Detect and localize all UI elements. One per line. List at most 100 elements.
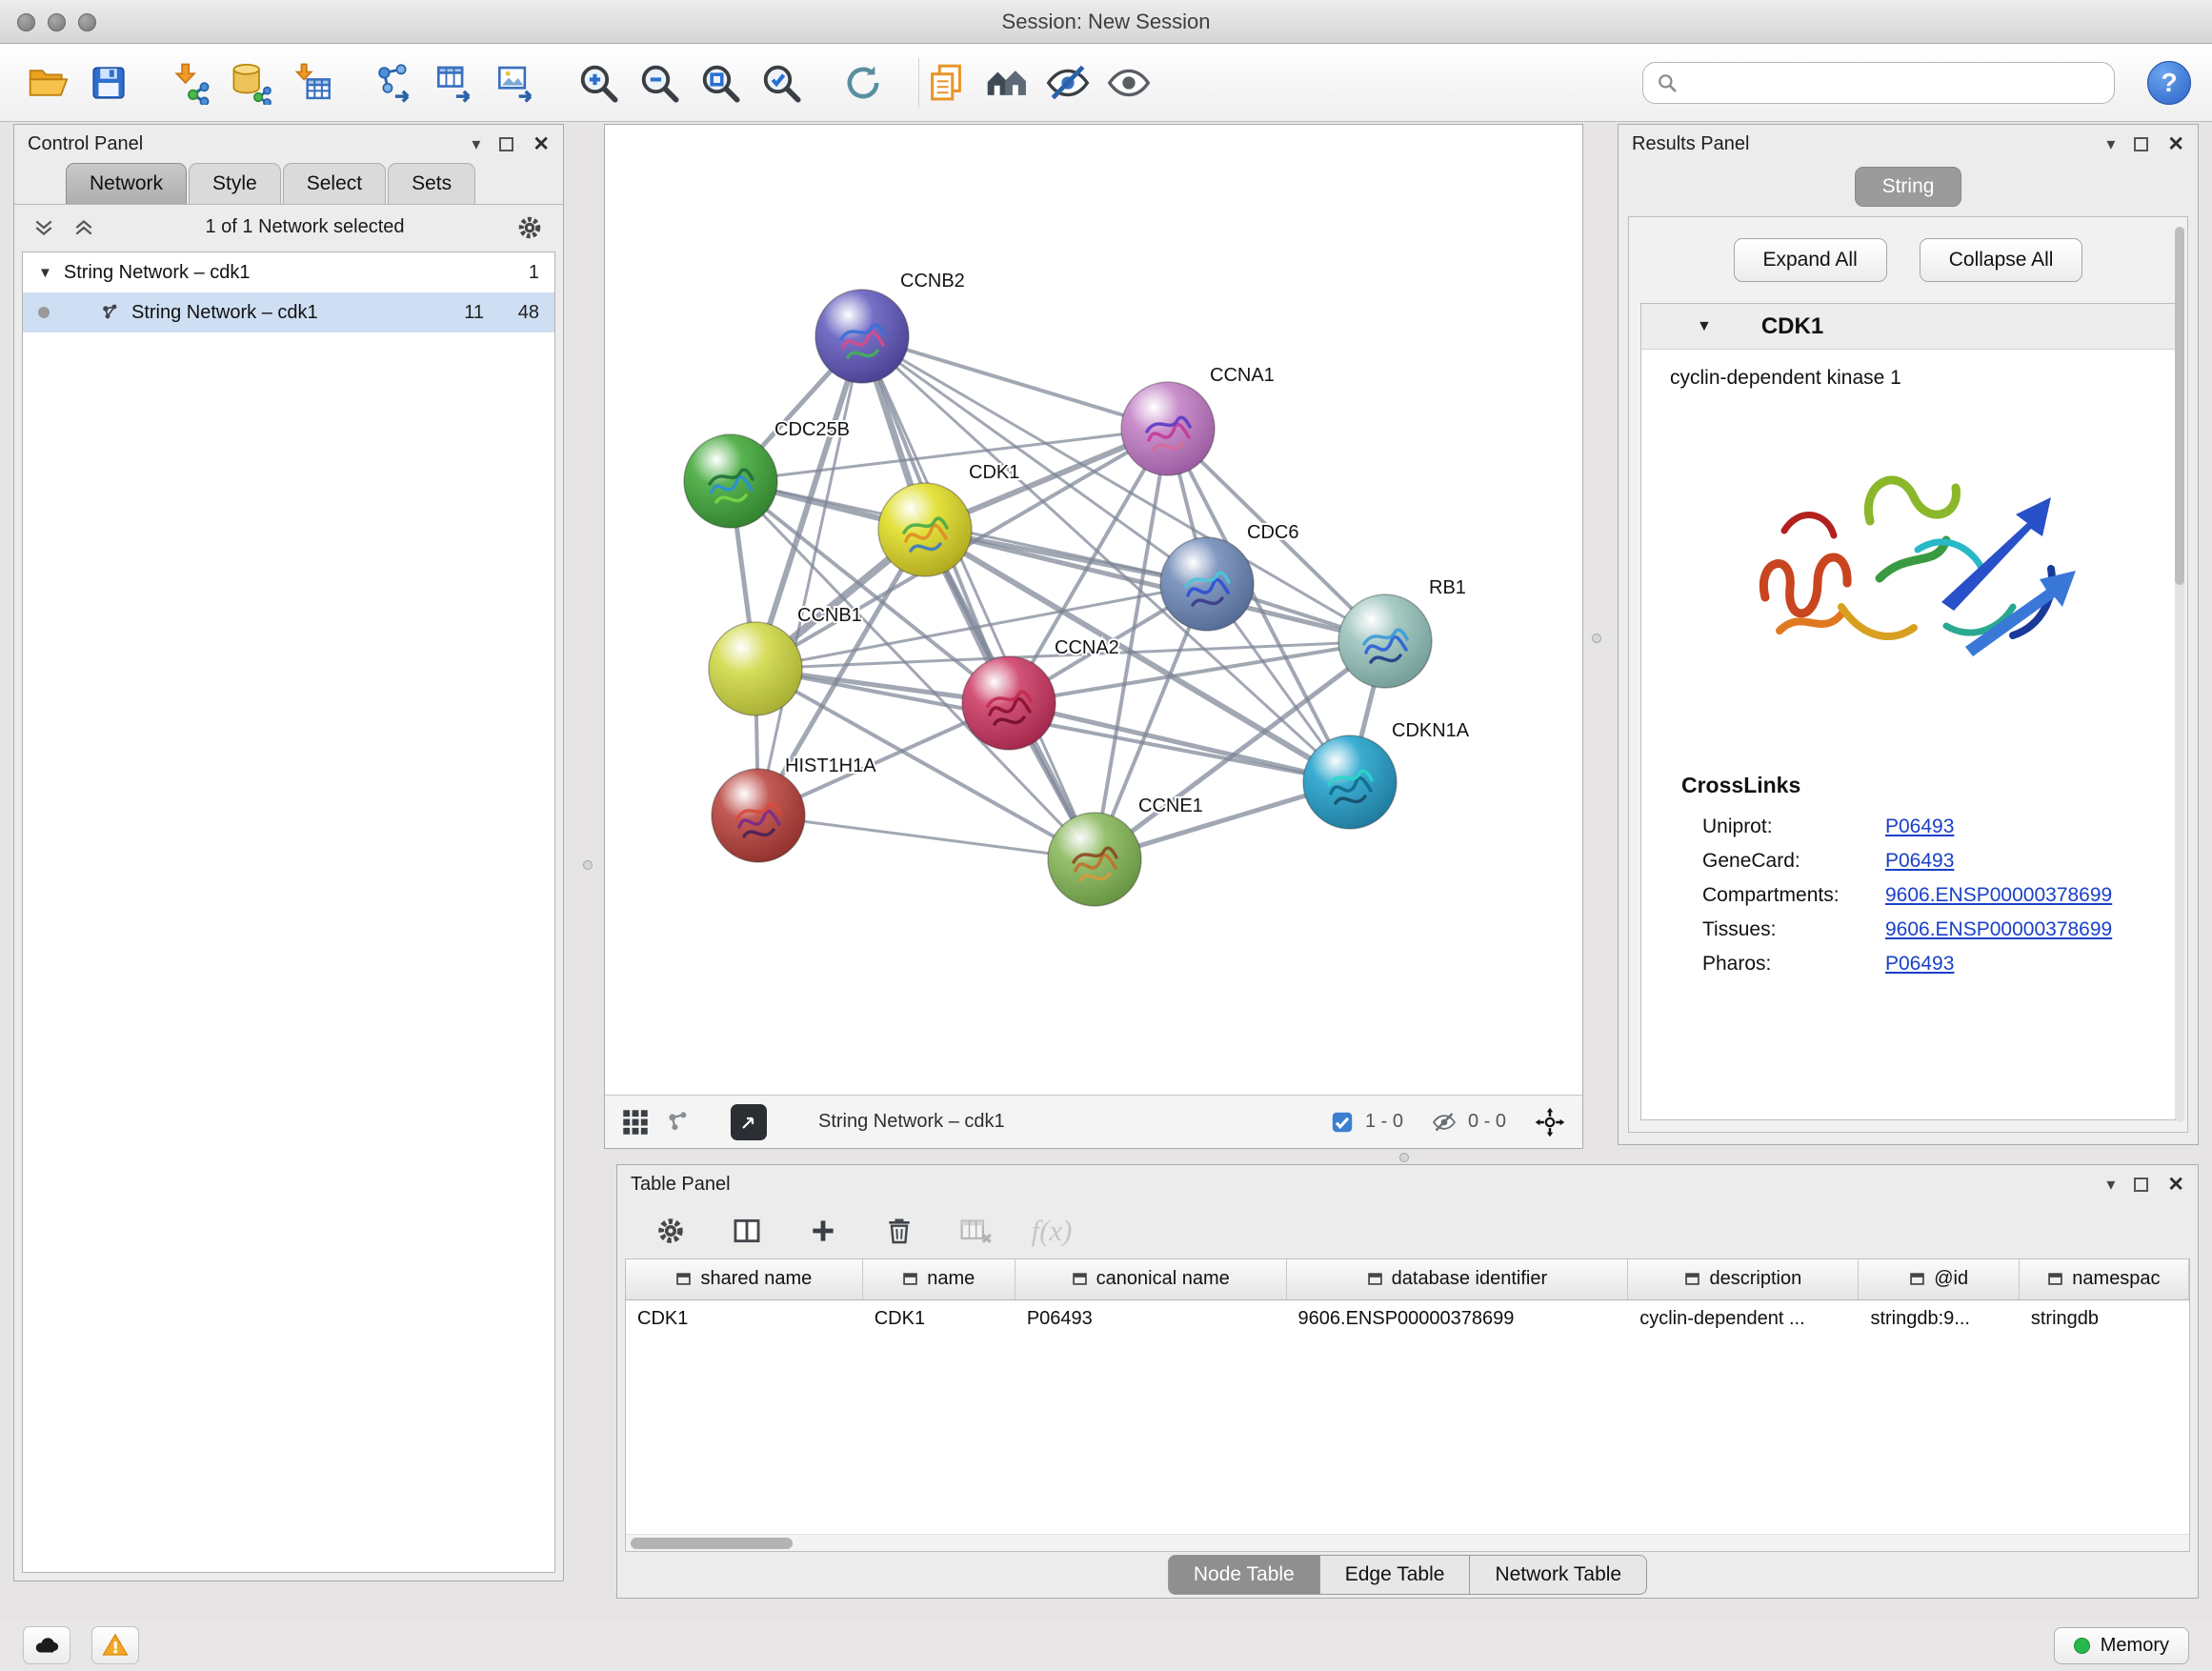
help-button[interactable]: ? bbox=[2147, 61, 2191, 105]
collapse-all-icon[interactable] bbox=[33, 217, 54, 238]
close-panel-icon[interactable]: ✕ bbox=[2167, 134, 2184, 154]
network-edge-CCNB2-CCNE1[interactable] bbox=[862, 336, 1095, 859]
zoom-fit-content-button[interactable] bbox=[694, 55, 747, 111]
export-network-button[interactable] bbox=[368, 55, 421, 111]
network-node-HIST1H1A[interactable]: HIST1H1A bbox=[712, 755, 876, 862]
network-edge-CCNA2-CDKN1A[interactable] bbox=[1009, 703, 1350, 782]
column-header-description[interactable]: description bbox=[1628, 1259, 1859, 1299]
scrollbar-thumb[interactable] bbox=[631, 1538, 793, 1549]
open-session-button[interactable] bbox=[21, 55, 74, 111]
vertical-splitter-handle[interactable] bbox=[1592, 634, 1601, 643]
tab-select[interactable]: Select bbox=[283, 163, 386, 204]
crosslink-value-link[interactable]: P06493 bbox=[1885, 850, 1954, 873]
import-table-from-file-button[interactable] bbox=[286, 55, 339, 111]
show-columns-button[interactable] bbox=[726, 1210, 768, 1252]
crosslink-value-link[interactable]: 9606.ENSP00000378699 bbox=[1885, 918, 2112, 941]
main-area: Control Panel ▾ ✕ Network Style Select S… bbox=[0, 122, 2212, 1620]
network-node-CDK1[interactable]: CDK1 bbox=[878, 462, 1019, 576]
gear-icon[interactable] bbox=[515, 213, 544, 242]
cloud-button[interactable] bbox=[23, 1626, 70, 1664]
close-panel-icon[interactable]: ✕ bbox=[533, 134, 550, 154]
export-table-button[interactable] bbox=[429, 55, 482, 111]
table-row[interactable]: CDK1CDK1P064939606.ENSP00000378699cyclin… bbox=[626, 1299, 2189, 1334]
minimize-window-button[interactable] bbox=[48, 13, 66, 31]
network-edge-CCNB2-CCNA1[interactable] bbox=[862, 336, 1168, 429]
save-session-button[interactable] bbox=[82, 55, 135, 111]
table-cell[interactable]: CDK1 bbox=[626, 1299, 862, 1334]
network-node-CCNB1[interactable]: CCNB1 bbox=[709, 605, 862, 715]
warnings-button[interactable] bbox=[91, 1626, 139, 1664]
column-header-shared-name[interactable]: shared name bbox=[626, 1259, 862, 1299]
table-settings-button[interactable] bbox=[650, 1210, 692, 1252]
tab-edge-table[interactable]: Edge Table bbox=[1319, 1555, 1471, 1595]
table-cell[interactable]: 9606.ENSP00000378699 bbox=[1286, 1299, 1628, 1334]
maximize-panel-icon[interactable] bbox=[2134, 1178, 2148, 1192]
import-network-from-file-button[interactable] bbox=[164, 55, 217, 111]
expand-all-button[interactable]: Expand All bbox=[1734, 238, 1887, 282]
column-header-canonical-name[interactable]: canonical name bbox=[1015, 1259, 1286, 1299]
detach-view-button[interactable] bbox=[731, 1104, 767, 1140]
import-network-from-database-button[interactable] bbox=[225, 55, 278, 111]
pan-crosshair-icon[interactable] bbox=[1535, 1107, 1565, 1137]
crosslink-value-link[interactable]: 9606.ENSP00000378699 bbox=[1885, 884, 2112, 907]
maximize-panel-icon[interactable] bbox=[2134, 137, 2148, 151]
column-header--id[interactable]: @id bbox=[1859, 1259, 2019, 1299]
table-cell[interactable]: cyclin-dependent ... bbox=[1628, 1299, 1859, 1334]
tab-style[interactable]: Style bbox=[189, 163, 281, 204]
accordion-header[interactable]: ▼ CDK1 bbox=[1641, 304, 2175, 350]
memory-button[interactable]: Memory bbox=[2054, 1627, 2189, 1664]
zoom-in-button[interactable] bbox=[572, 55, 625, 111]
birdseye-network-icon[interactable] bbox=[664, 1109, 691, 1136]
disclosure-triangle-icon[interactable]: ▼ bbox=[1697, 318, 1712, 335]
column-header-namespac[interactable]: namespac bbox=[2019, 1259, 2188, 1299]
show-all-button[interactable] bbox=[1102, 55, 1156, 111]
tab-node-table[interactable]: Node Table bbox=[1168, 1555, 1320, 1595]
vertical-splitter-handle[interactable] bbox=[583, 860, 593, 870]
annotation-button[interactable] bbox=[919, 55, 973, 111]
network-row[interactable]: String Network – cdk1 11 48 bbox=[23, 292, 554, 332]
tab-network[interactable]: Network bbox=[66, 163, 187, 204]
network-node-RB1[interactable]: RB1 bbox=[1338, 577, 1466, 688]
column-header-database-identifier[interactable]: database identifier bbox=[1286, 1259, 1628, 1299]
close-window-button[interactable] bbox=[17, 13, 35, 31]
table-cell[interactable]: stringdb bbox=[2019, 1299, 2188, 1334]
table-cell[interactable]: CDK1 bbox=[862, 1299, 1015, 1334]
disclosure-triangle-icon[interactable]: ▼ bbox=[38, 265, 52, 281]
hide-selected-button[interactable] bbox=[1041, 55, 1095, 111]
network-edge-CCNE1-HIST1H1A[interactable] bbox=[758, 815, 1095, 859]
expand-all-icon[interactable] bbox=[73, 217, 94, 238]
float-panel-icon[interactable]: ▾ bbox=[2106, 135, 2115, 152]
gene-name: CDK1 bbox=[1761, 313, 1823, 340]
network-node-CCNA1[interactable]: CCNA1 bbox=[1121, 365, 1275, 475]
results-scrollbar[interactable] bbox=[2175, 227, 2184, 1122]
tab-network-table[interactable]: Network Table bbox=[1469, 1555, 1647, 1595]
horizontal-scrollbar[interactable] bbox=[626, 1534, 2189, 1551]
first-neighbors-button[interactable] bbox=[980, 55, 1034, 111]
network-canvas[interactable]: CCNB2CCNA1CDC25BCDK1CDC6RB1CCNB1CCNA2CDK… bbox=[605, 125, 1582, 1095]
crosslink-value-link[interactable]: P06493 bbox=[1885, 953, 1954, 976]
export-image-button[interactable] bbox=[490, 55, 543, 111]
close-panel-icon[interactable]: ✕ bbox=[2167, 1175, 2184, 1195]
column-header-name[interactable]: name bbox=[862, 1259, 1015, 1299]
network-collection-row[interactable]: ▼ String Network – cdk1 1 bbox=[23, 252, 554, 292]
zoom-window-button[interactable] bbox=[78, 13, 96, 31]
horizontal-splitter-handle[interactable] bbox=[1399, 1153, 1409, 1162]
network-node-CCNB2[interactable]: CCNB2 bbox=[815, 271, 965, 383]
tab-sets[interactable]: Sets bbox=[388, 163, 475, 204]
refresh-view-button[interactable] bbox=[836, 55, 890, 111]
crosslink-value-link[interactable]: P06493 bbox=[1885, 815, 1954, 838]
float-panel-icon[interactable]: ▾ bbox=[2106, 1176, 2115, 1193]
grid-view-icon[interactable] bbox=[622, 1109, 649, 1136]
search-input[interactable] bbox=[1685, 72, 2101, 93]
zoom-out-button[interactable] bbox=[633, 55, 686, 111]
table-cell[interactable]: P06493 bbox=[1015, 1299, 1286, 1334]
table-cell[interactable]: stringdb:9... bbox=[1859, 1299, 2019, 1334]
toolbar-search[interactable] bbox=[1642, 62, 2115, 104]
maximize-panel-icon[interactable] bbox=[499, 137, 513, 151]
tab-string[interactable]: String bbox=[1855, 167, 1962, 207]
create-column-button[interactable] bbox=[802, 1210, 844, 1252]
float-panel-icon[interactable]: ▾ bbox=[472, 135, 480, 152]
zoom-selected-button[interactable] bbox=[754, 55, 808, 111]
collapse-all-button[interactable]: Collapse All bbox=[1920, 238, 2083, 282]
delete-column-button[interactable] bbox=[878, 1210, 920, 1252]
